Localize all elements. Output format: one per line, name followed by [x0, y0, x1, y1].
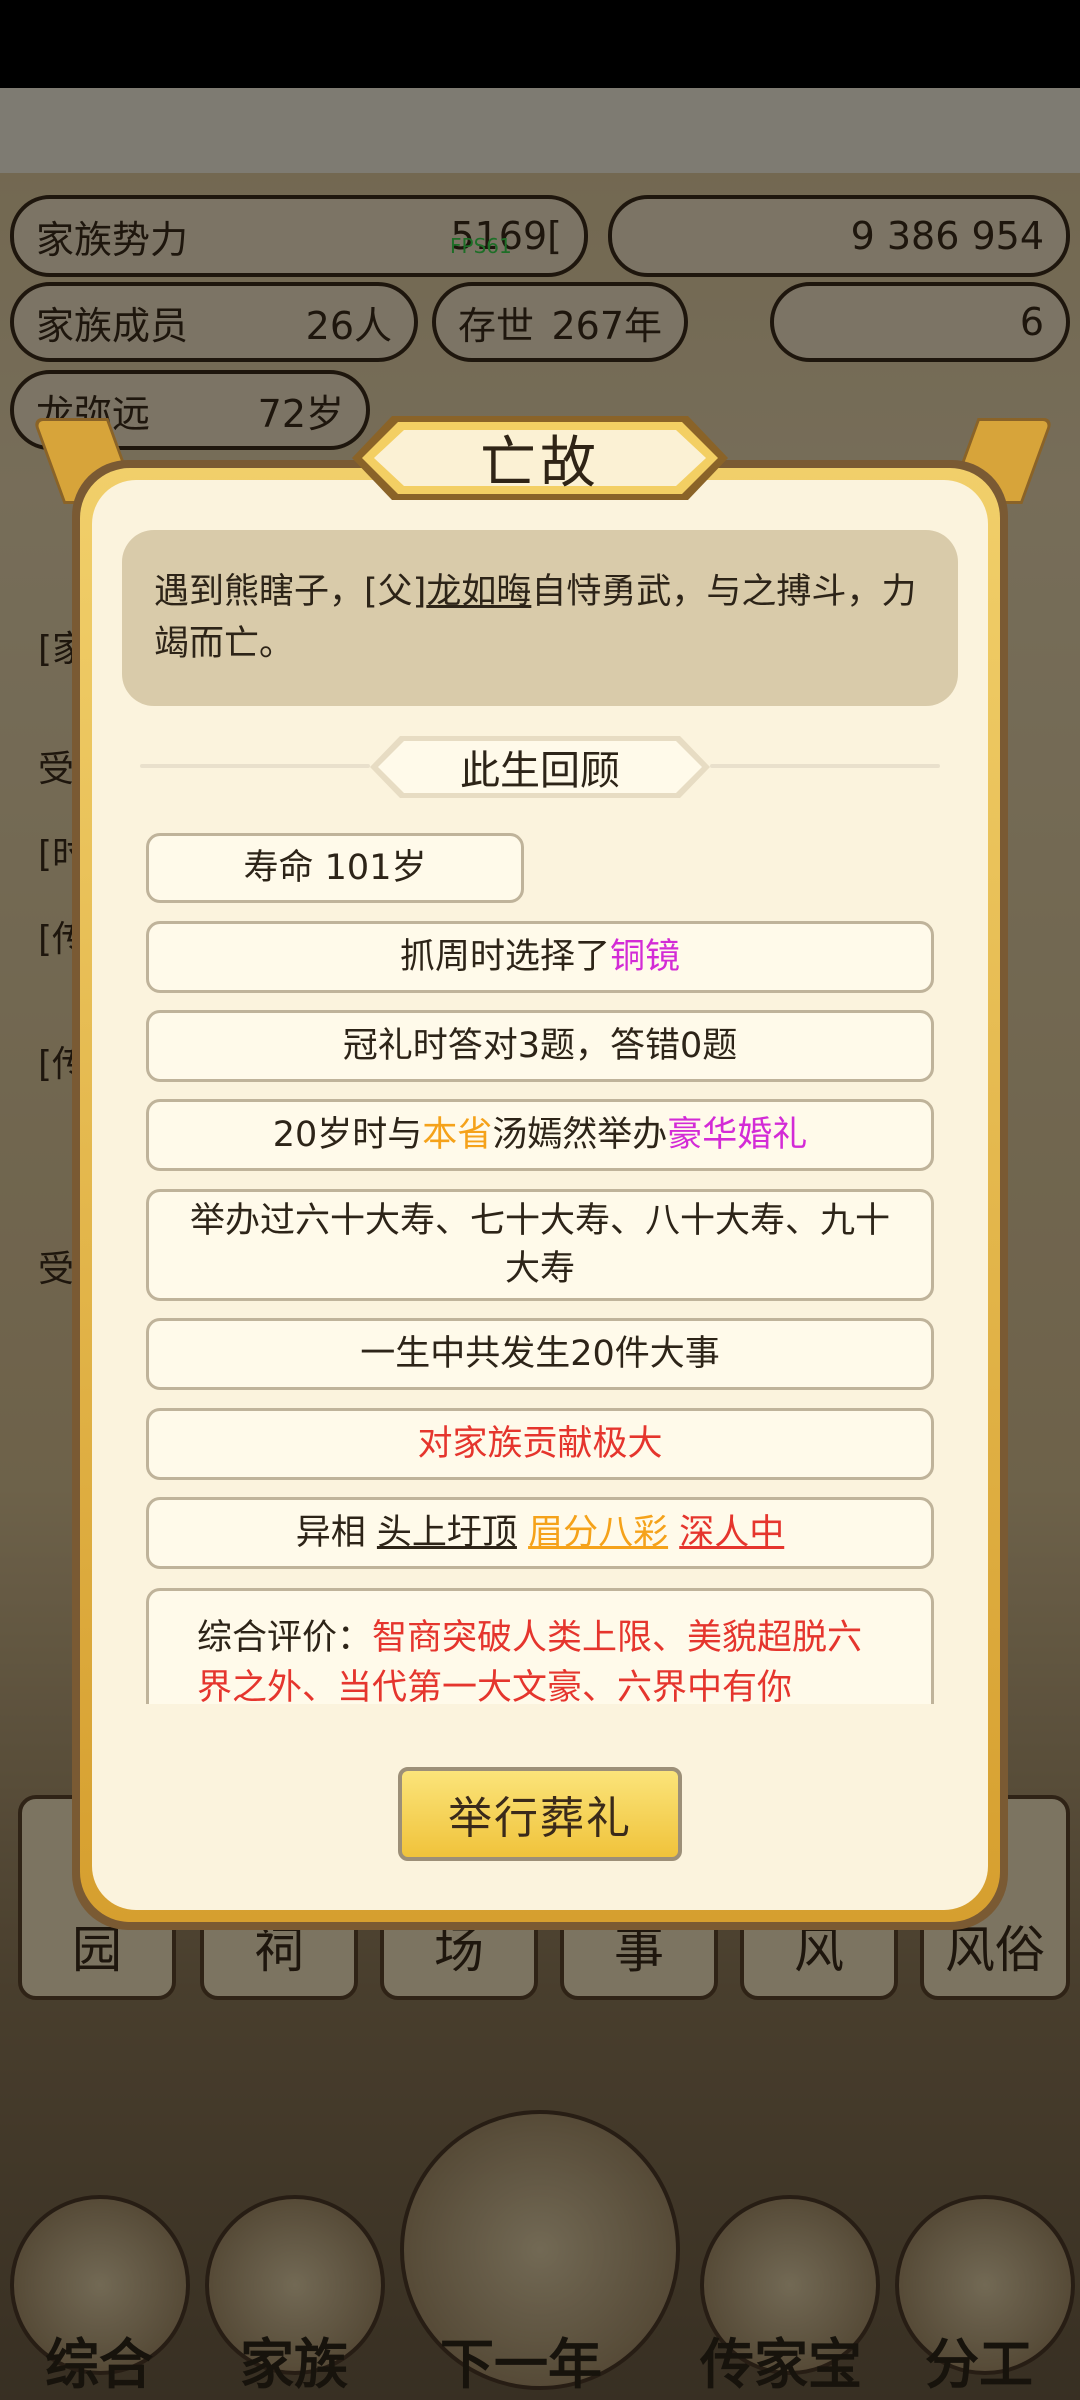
dialog-title: 亡故	[480, 430, 600, 496]
highlight-text: 铜镜	[610, 937, 681, 977]
birthdays-card: 举办过六十大寿、七十大寿、八十大寿、九十大寿	[146, 1189, 934, 1301]
card-text: 异相	[295, 1513, 366, 1553]
father-name-link[interactable]: 龙如晦	[426, 572, 531, 612]
contribution-card: 对家族贡献极大	[146, 1408, 934, 1480]
card-text: 抓周时选择了	[399, 937, 610, 977]
divider	[710, 764, 940, 768]
zhuazhou-card: 抓周时选择了 铜镜	[146, 921, 934, 993]
card-text: 20岁时与	[272, 1115, 423, 1155]
hold-funeral-button[interactable]: 举行葬礼	[398, 1767, 682, 1861]
feature-link[interactable]: 深人中	[679, 1509, 784, 1557]
evaluation-scroll-area[interactable]: 综合评价：智商突破人类上限、美貌超脱六界之外、当代第一大文豪、六界中有你	[146, 1588, 934, 1704]
lifespan-card: 寿命 101岁	[146, 833, 524, 903]
highlight-text: 豪华婚礼	[667, 1115, 808, 1155]
feature-link[interactable]: 眉分八彩	[528, 1509, 668, 1557]
guanli-card: 冠礼时答对3题，答错0题	[146, 1010, 934, 1082]
highlight-text: 本省	[422, 1115, 493, 1155]
section-title: 此生回顾	[460, 748, 620, 794]
marriage-card: 20岁时与 本省 汤嫣然举办 豪华婚礼	[146, 1099, 934, 1171]
feature-link[interactable]: 头上圩顶	[377, 1509, 517, 1557]
death-text: 遇到熊瞎子，[父]	[154, 572, 427, 612]
events-card: 一生中共发生20件大事	[146, 1318, 934, 1390]
evaluation-card: 综合评价：智商突破人类上限、美貌超脱六界之外、当代第一大文豪、六界中有你	[146, 1588, 934, 1704]
death-description: 遇到熊瞎子，[父]龙如晦自恃勇武，与之搏斗，力竭而亡。	[122, 530, 958, 706]
card-text: 汤嫣然举办	[492, 1115, 668, 1155]
features-card: 异相 头上圩顶 眉分八彩 深人中	[146, 1497, 934, 1569]
divider	[140, 764, 370, 768]
card-text: 综合评价：	[197, 1618, 373, 1658]
